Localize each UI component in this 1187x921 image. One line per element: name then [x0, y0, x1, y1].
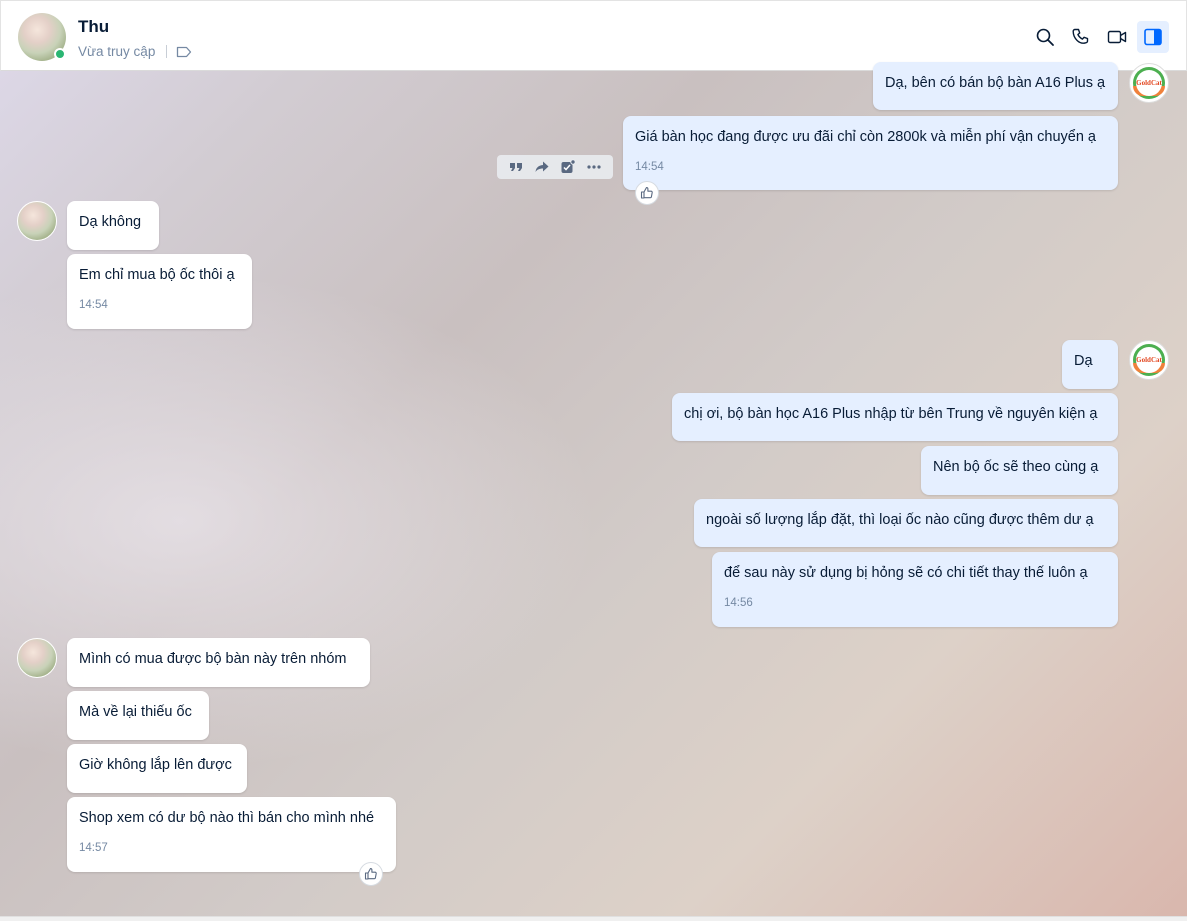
online-status-dot	[54, 48, 66, 60]
message-text: ngoài số lượng lắp đặt, thì loại ốc nào …	[706, 512, 1094, 528]
message-time: 14:57	[79, 842, 108, 855]
conversation-info-toggle[interactable]	[1137, 21, 1169, 53]
message-bubble[interactable]: Mình có mua được bộ bàn này trên nhóm	[67, 638, 370, 687]
shop-avatar[interactable]: GoldCat	[1129, 340, 1169, 380]
shop-logo-text: GoldCat	[1136, 70, 1162, 96]
forward-button[interactable]	[532, 157, 552, 177]
message-bubble[interactable]: Em chỉ mua bộ ốc thôi ạ 14:54	[67, 254, 252, 329]
message-bubble[interactable]: Nên bộ ốc sẽ theo cùng ạ	[921, 446, 1118, 495]
message-text: Dạ, bên có bán bộ bàn A16 Plus ạ	[885, 75, 1106, 91]
message-text: Em chỉ mua bộ ốc thôi ạ	[79, 267, 235, 283]
composer-edge	[0, 916, 1187, 921]
contact-avatar-small[interactable]	[17, 638, 57, 678]
react-like-button[interactable]	[635, 181, 659, 205]
message-bubble[interactable]: ngoài số lượng lắp đặt, thì loại ốc nào …	[694, 499, 1118, 547]
message-time: 14:54	[635, 161, 664, 174]
message-bubble[interactable]: Shop xem có dư bộ nào thì bán cho mình n…	[67, 797, 396, 872]
chat-header: Thu Vừa truy cập	[0, 0, 1187, 71]
message-text: để sau này sử dụng bị hỏng sẽ có chi tiế…	[724, 565, 1088, 581]
message-text: Mình có mua được bộ bàn này trên nhóm	[79, 651, 347, 667]
message-bubble[interactable]: để sau này sử dụng bị hỏng sẽ có chi tiế…	[712, 552, 1118, 627]
message-bubble[interactable]: Dạ, bên có bán bộ bàn A16 Plus ạ	[873, 62, 1118, 110]
shop-logo-text: GoldCat	[1136, 347, 1162, 373]
message-action-bar	[497, 155, 613, 179]
call-button[interactable]	[1065, 21, 1097, 53]
message-text: Giờ không lắp lên được	[79, 757, 232, 773]
more-options-button[interactable]	[584, 157, 604, 177]
shop-avatar[interactable]: GoldCat	[1129, 63, 1169, 103]
message-text: chị ơi, bộ bàn học A16 Plus nhập từ bên …	[684, 406, 1098, 422]
message-text: Dạ không	[79, 214, 142, 230]
contact-status: Vừa truy cập	[78, 44, 156, 59]
message-bubble[interactable]: Giá bàn học đang được ưu đãi chỉ còn 280…	[623, 116, 1118, 190]
message-time: 14:54	[79, 299, 108, 312]
react-like-button[interactable]	[359, 862, 383, 886]
video-call-button[interactable]	[1101, 21, 1133, 53]
quote-icon	[510, 163, 522, 171]
sidebar-toggle-icon	[1144, 28, 1162, 46]
contact-name[interactable]: Thu	[78, 17, 109, 37]
message-bubble[interactable]: Dạ	[1062, 340, 1118, 389]
more-icon	[587, 165, 601, 169]
message-bubble[interactable]: Dạ không	[67, 201, 159, 250]
message-bubble[interactable]: chị ơi, bộ bàn học A16 Plus nhập từ bên …	[672, 393, 1118, 441]
message-bubble[interactable]: Giờ không lắp lên được	[67, 744, 247, 793]
search-icon	[1036, 28, 1054, 46]
quote-button[interactable]	[506, 157, 526, 177]
message-text: Shop xem có dư bộ nào thì bán cho mình n…	[79, 810, 375, 826]
thumbs-up-icon	[640, 186, 653, 199]
message-text: Dạ	[1074, 353, 1093, 369]
thumbs-up-icon	[364, 867, 377, 880]
header-divider	[166, 45, 167, 58]
contact-avatar-small[interactable]	[17, 201, 57, 241]
forward-icon	[535, 161, 549, 172]
message-bubble[interactable]: Mà về lại thiếu ốc	[67, 691, 209, 740]
checkbox-icon	[561, 159, 576, 173]
phone-icon	[1072, 28, 1089, 44]
video-icon	[1107, 30, 1127, 44]
tag-icon[interactable]	[176, 45, 192, 59]
message-text: Mà về lại thiếu ốc	[79, 704, 192, 720]
message-text: Giá bàn học đang được ưu đãi chỉ còn 280…	[635, 129, 1096, 145]
message-text: Nên bộ ốc sẽ theo cùng ạ	[933, 459, 1099, 475]
task-button[interactable]	[558, 157, 578, 177]
search-button[interactable]	[1029, 21, 1061, 53]
message-time: 14:56	[724, 597, 753, 610]
